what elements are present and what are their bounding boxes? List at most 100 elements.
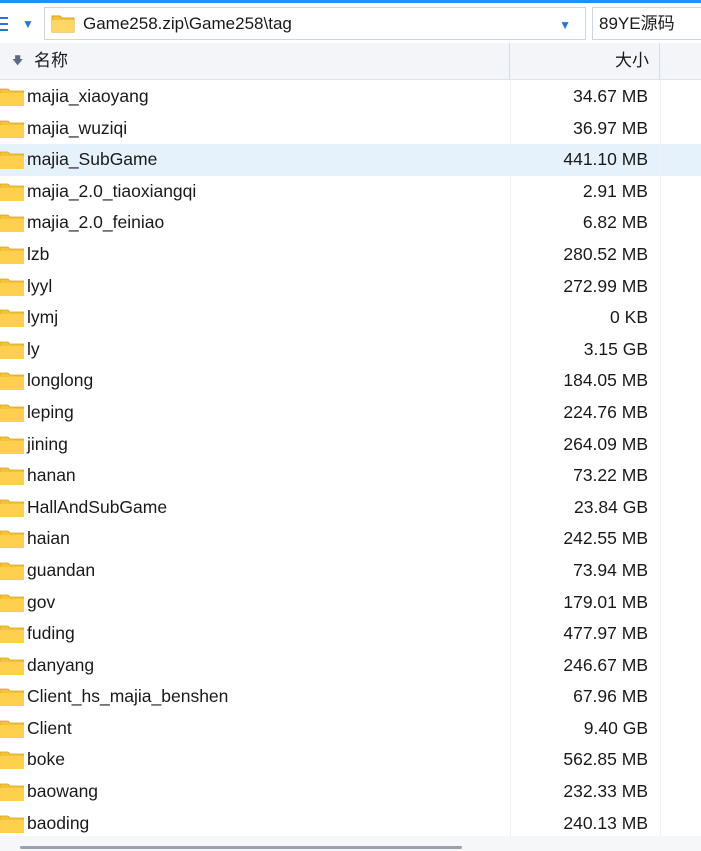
file-name: leping: [27, 401, 74, 422]
size-cell: 242.55 MB: [510, 523, 660, 555]
chevron-down-icon[interactable]: ▼: [559, 18, 571, 32]
name-cell: Client: [0, 713, 510, 745]
path-text: Game258.zip\Game258\tag: [83, 14, 292, 33]
folder-icon: [0, 688, 24, 707]
list-item[interactable]: danyang 246.67 MB: [0, 649, 701, 682]
size-cell: 0 KB: [510, 302, 660, 334]
list-item[interactable]: Client 9.40 GB: [0, 712, 701, 745]
list-item[interactable]: haian 242.55 MB: [0, 523, 701, 555]
list-item[interactable]: majia_SubGame 441.10 MB: [0, 144, 701, 176]
folder-icon: [0, 625, 24, 644]
name-cell: majia_xiaoyang: [0, 81, 510, 113]
list-item[interactable]: ly 3.15 GB: [0, 333, 701, 366]
file-name: majia_xiaoyang: [27, 86, 149, 106]
folder-icon: [0, 720, 24, 738]
list-item[interactable]: longlong 184.05 MB: [0, 365, 701, 397]
list-item[interactable]: majia_wuziqi 36.97 MB: [0, 112, 701, 145]
extra-cell: [660, 523, 701, 555]
extra-cell: [660, 175, 701, 208]
list-item[interactable]: baowang 232.33 MB: [0, 776, 701, 808]
list-item[interactable]: boke 562.85 MB: [0, 744, 701, 777]
extra-cell: [660, 428, 701, 461]
file-size: 0 KB: [610, 307, 648, 328]
horizontal-scrollbar[interactable]: [0, 836, 701, 851]
folder-icon: [0, 404, 24, 422]
history-dropdown-button[interactable]: ▼: [18, 13, 38, 35]
folder-icon: [0, 372, 24, 391]
folder-icon: [0, 815, 24, 833]
list-item[interactable]: HallAndSubGame 23.84 GB: [0, 491, 701, 524]
file-size: 9.40 GB: [583, 717, 648, 738]
file-name: guandan: [27, 559, 96, 580]
size-cell: 240.13 MB: [510, 807, 660, 840]
list-item[interactable]: guandan 73.94 MB: [0, 554, 701, 587]
extra-cell: [660, 776, 701, 808]
file-name: majia_SubGame: [27, 149, 158, 170]
size-cell: 3.15 GB: [510, 333, 660, 366]
extra-cell: [660, 712, 701, 745]
size-cell: 224.76 MB: [510, 396, 660, 429]
folder-icon: [0, 499, 24, 517]
list-item[interactable]: Client_hs_majia_benshen 67.96 MB: [0, 681, 701, 713]
column-header-name[interactable]: 🡇 名称: [0, 43, 510, 79]
chevron-down-icon: ▼: [22, 17, 34, 31]
name-cell: majia_2.0_feiniao: [0, 207, 510, 239]
name-cell: lzb: [0, 239, 510, 271]
column-header-size[interactable]: 大小: [510, 43, 660, 79]
extra-cell: [660, 333, 701, 366]
path-input[interactable]: Game258.zip\Game258\tag ▼: [44, 7, 586, 40]
list-item[interactable]: lyyl 272.99 MB: [0, 270, 701, 303]
name-cell: majia_2.0_tiaoxiangqi: [0, 176, 510, 208]
name-cell: boke: [0, 744, 510, 776]
list-item[interactable]: hanan 73.22 MB: [0, 460, 701, 492]
size-cell: 232.33 MB: [510, 776, 660, 808]
list-item[interactable]: lymj 0 KB: [0, 302, 701, 334]
size-cell: 246.67 MB: [510, 649, 660, 682]
file-name: baoding: [27, 812, 90, 833]
size-cell: 34.67 MB: [510, 81, 660, 113]
scrollbar-thumb[interactable]: [20, 846, 462, 849]
name-cell: majia_wuziqi: [0, 113, 510, 145]
name-cell: longlong: [0, 365, 510, 397]
list-item[interactable]: gov 179.01 MB: [0, 586, 701, 619]
file-size: 246.67 MB: [563, 654, 648, 675]
list-item[interactable]: majia_2.0_feiniao 6.82 MB: [0, 207, 701, 239]
name-cell: fuding: [0, 618, 510, 650]
size-cell: 272.99 MB: [510, 270, 660, 303]
menu-icon[interactable]: [0, 17, 8, 31]
file-name: lzb: [27, 243, 50, 264]
folder-icon: [0, 246, 24, 264]
file-size: 3.15 GB: [583, 338, 648, 359]
list-item[interactable]: lzb 280.52 MB: [0, 238, 701, 271]
column-header: 🡇 名称 大小: [0, 43, 701, 80]
size-cell: 23.84 GB: [510, 491, 660, 524]
file-name: Client: [27, 717, 72, 738]
folder-icon: [0, 594, 24, 612]
list-item[interactable]: baoding 240.13 MB: [0, 807, 701, 840]
folder-icon: [0, 120, 24, 138]
list-item[interactable]: leping 224.76 MB: [0, 396, 701, 429]
search-text: 89YE源码: [599, 14, 675, 33]
extra-cell: [660, 744, 701, 777]
list-item[interactable]: majia_2.0_tiaoxiangqi 2.91 MB: [0, 175, 701, 208]
file-name: majia_2.0_feiniao: [27, 212, 165, 233]
extra-cell: [660, 618, 701, 650]
size-cell: 36.97 MB: [510, 112, 660, 145]
list-item[interactable]: majia_xiaoyang 34.67 MB: [0, 81, 701, 113]
name-cell: gov: [0, 587, 510, 619]
file-list: majia_xiaoyang 34.67 MB majia_wuziqi 36.97 …: [0, 81, 701, 840]
file-name: haian: [27, 528, 70, 549]
file-size: 36.97 MB: [573, 117, 648, 138]
size-cell: 73.22 MB: [510, 460, 660, 492]
file-size: 73.94 MB: [573, 559, 648, 580]
extra-cell: [660, 270, 701, 303]
extra-cell: [660, 144, 701, 176]
folder-icon: [0, 183, 24, 201]
list-item[interactable]: fuding 477.97 MB: [0, 618, 701, 650]
search-input[interactable]: 89YE源码: [592, 7, 701, 40]
extra-cell: [660, 649, 701, 682]
folder-icon: [0, 562, 24, 580]
list-item[interactable]: jining 264.09 MB: [0, 428, 701, 461]
file-size: 232.33 MB: [563, 781, 648, 802]
size-cell: 9.40 GB: [510, 712, 660, 745]
